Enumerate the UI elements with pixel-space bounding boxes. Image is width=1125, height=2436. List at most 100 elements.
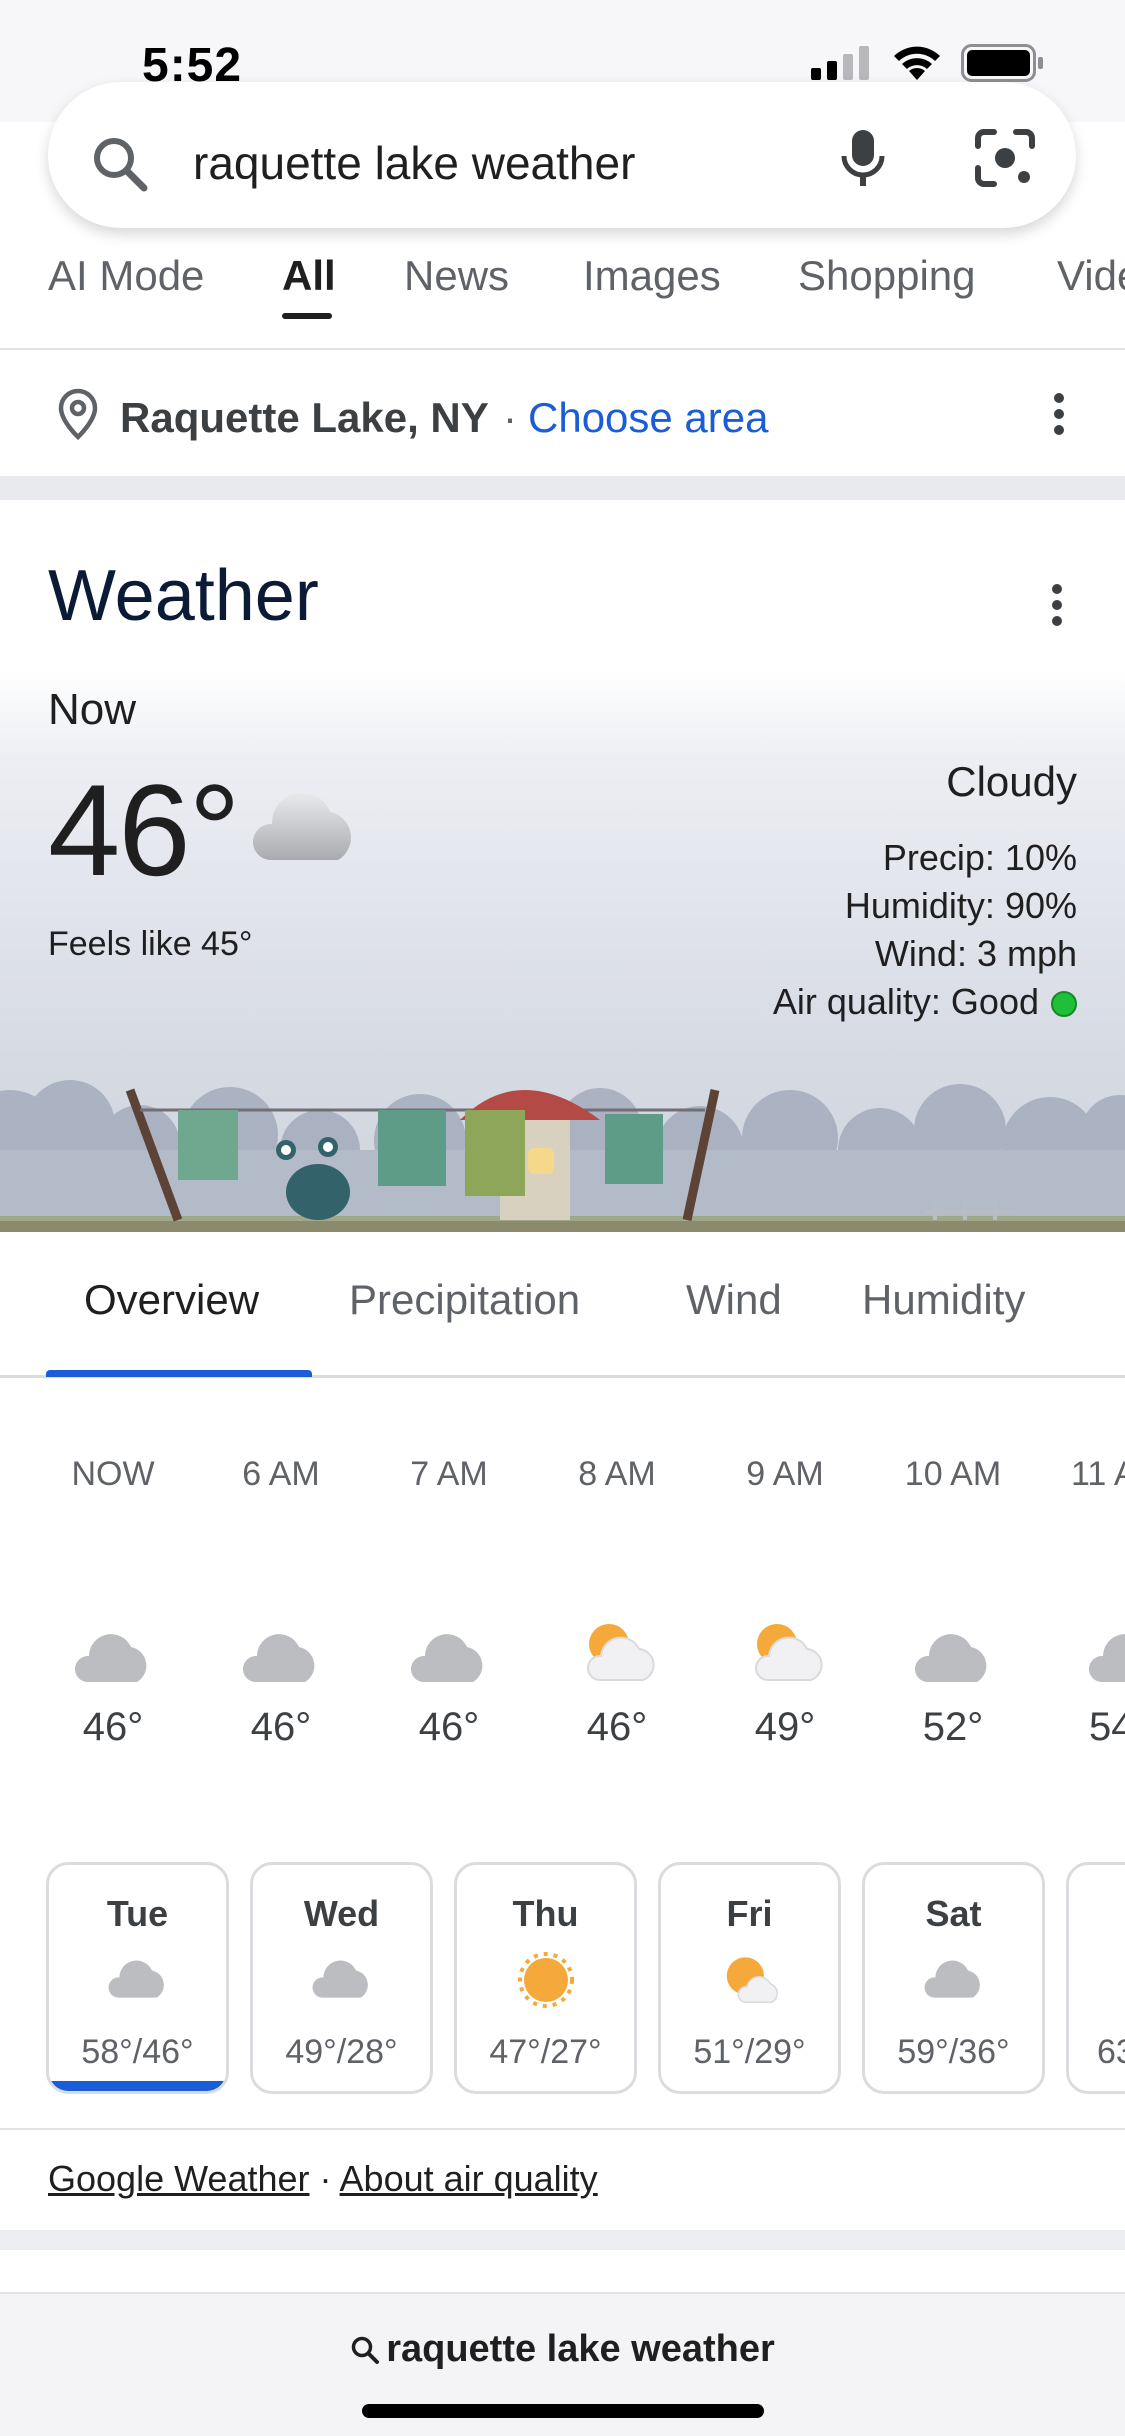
- lens-icon[interactable]: [974, 128, 1036, 188]
- bottom-query[interactable]: raquette lake weather: [0, 2328, 1125, 2371]
- weather-tab-indicator: [46, 1370, 312, 1377]
- day-name: Wed: [303, 1893, 380, 1934]
- weather-more-icon[interactable]: [1050, 582, 1064, 628]
- location-row: Raquette Lake, NY · Choose area: [0, 352, 1125, 476]
- battery-icon: [961, 44, 1043, 82]
- cloud-icon: [1089, 1634, 1125, 1682]
- cloud-icon: [410, 1634, 483, 1682]
- day-card[interactable]: Tue 58°/46°: [46, 1862, 229, 2094]
- hour-temp: 46°: [418, 1705, 480, 1749]
- current-temperature: 46°: [48, 757, 241, 903]
- about-air-quality-link[interactable]: About air quality: [340, 2158, 598, 2199]
- selected-day-indicator: [49, 2081, 226, 2091]
- weather-details: Cloudy Precip: 10% Humidity: 90% Wind: 3…: [773, 758, 1077, 1026]
- precip-text: Precip: 10%: [882, 837, 1077, 878]
- cloud-icon: [312, 1960, 368, 1998]
- location-pin-icon: [58, 388, 98, 440]
- wtab-overview[interactable]: Overview: [84, 1276, 259, 1324]
- hour-time: 10 AM: [904, 1455, 1002, 1493]
- cloud-icon: [252, 792, 351, 860]
- search-icon: [94, 138, 148, 192]
- hour-temp: 54: [1089, 1705, 1125, 1749]
- search-input[interactable]: raquette lake weather: [193, 136, 635, 190]
- hourly-forecast: NOW 46° 6 AM 46° 7 AM 46° 8 AM 46° 9 AM …: [0, 1380, 1125, 1800]
- hour-time: 11 A: [1071, 1455, 1125, 1493]
- air-quality-text: Air quality: Good: [772, 981, 1039, 1022]
- hour-time: 8 AM: [578, 1455, 656, 1493]
- footer-links: Google Weather · About air quality: [48, 2158, 598, 2200]
- day-temp-range: 59°/36°: [897, 2033, 1010, 2071]
- tab-all[interactable]: All: [282, 252, 336, 300]
- hour-temp: 49°: [754, 1705, 816, 1749]
- cloud-icon: [924, 1960, 980, 1998]
- wind-text: Wind: 3 mph: [874, 933, 1077, 974]
- partly-sunny-icon: [587, 1624, 655, 1681]
- hour-time: 6 AM: [242, 1455, 320, 1493]
- day-name: Tue: [106, 1893, 169, 1934]
- tab-videos[interactable]: Vide: [1057, 252, 1125, 300]
- wtab-wind[interactable]: Wind: [686, 1276, 782, 1324]
- now-label: Now: [48, 685, 137, 734]
- wtab-precipitation[interactable]: Precipitation: [349, 1276, 580, 1324]
- cloud-icon: [108, 1960, 164, 1998]
- cloud-icon: [242, 1634, 315, 1682]
- partly-sunny-icon: [755, 1624, 823, 1681]
- day-card[interactable]: Sat 59°/36°: [862, 1862, 1045, 2094]
- section-divider: [0, 476, 1125, 500]
- hour-time: NOW: [71, 1455, 155, 1493]
- bottom-search-bar[interactable]: raquette lake weather: [0, 2292, 1125, 2436]
- day-card[interactable]: 63: [1066, 1862, 1125, 2094]
- daily-forecast: Tue 58°/46° Wed 49°/28° Thu 47°/27° Fri …: [0, 1862, 1125, 2094]
- day-temp-range: 49°/28°: [285, 2033, 398, 2071]
- day-temp-range: 51°/29°: [693, 2033, 806, 2071]
- home-indicator: [362, 2404, 764, 2418]
- location-name: Raquette Lake, NY: [120, 394, 489, 441]
- wifi-icon: [894, 46, 940, 80]
- cloud-icon: [74, 1634, 147, 1682]
- footer-dot: ·: [319, 2158, 332, 2199]
- tab-shopping[interactable]: Shopping: [798, 252, 976, 300]
- hour-temp: 52°: [922, 1705, 984, 1749]
- hour-time: 9 AM: [746, 1455, 824, 1493]
- day-name: Sat: [925, 1893, 982, 1934]
- day-temp-range: 58°/46°: [81, 2033, 194, 2071]
- tab-images[interactable]: Images: [583, 252, 721, 300]
- mic-icon[interactable]: [838, 128, 888, 188]
- weather-card: Weather Now 46° Feels like 45° Cloudy Pr…: [0, 500, 1125, 1232]
- choose-area-link[interactable]: Choose area: [528, 394, 769, 442]
- sun-icon: [517, 1952, 574, 2008]
- signal-icon: [811, 46, 869, 80]
- day-temp-range: 47°/27°: [489, 2033, 602, 2071]
- tab-news[interactable]: News: [404, 252, 509, 300]
- weather-illustration: [0, 1080, 1125, 1232]
- google-weather-link[interactable]: Google Weather: [48, 2158, 310, 2199]
- feels-like: Feels like 45°: [48, 925, 253, 963]
- day-card[interactable]: Wed 49°/28°: [250, 1862, 433, 2094]
- hour-temp: 46°: [586, 1705, 648, 1749]
- day-temp-range: 63: [1097, 2033, 1125, 2071]
- day-name: Thu: [512, 1893, 579, 1934]
- condition-text: Cloudy: [946, 758, 1077, 805]
- search-box[interactable]: raquette lake weather: [48, 82, 1076, 228]
- weather-title: Weather: [48, 556, 319, 636]
- active-tab-indicator: [282, 313, 332, 319]
- day-card[interactable]: Thu 47°/27°: [454, 1862, 637, 2094]
- search-tabs: AI Mode All News Images Shopping Vide: [0, 246, 1125, 350]
- humidity-text: Humidity: 90%: [844, 885, 1077, 926]
- day-name: Fri: [726, 1893, 773, 1934]
- more-options-icon[interactable]: [1052, 390, 1066, 438]
- search-icon: [351, 2336, 380, 2364]
- hour-temp: 46°: [250, 1705, 312, 1749]
- status-icons: [811, 44, 1045, 82]
- partly-sunny-icon: [726, 1957, 778, 2004]
- cloud-icon: [914, 1634, 987, 1682]
- tab-ai-mode[interactable]: AI Mode: [48, 252, 204, 300]
- day-card[interactable]: Fri 51°/29°: [658, 1862, 841, 2094]
- bottom-query-text: raquette lake weather: [386, 2328, 775, 2370]
- air-quality-row: Air quality: Good: [773, 978, 1077, 1026]
- footer-divider: [0, 2128, 1125, 2130]
- location-separator: ·: [503, 394, 517, 441]
- air-quality-dot: [1051, 991, 1077, 1017]
- wtab-humidity[interactable]: Humidity: [862, 1276, 1025, 1324]
- hour-temp: 46°: [82, 1705, 144, 1749]
